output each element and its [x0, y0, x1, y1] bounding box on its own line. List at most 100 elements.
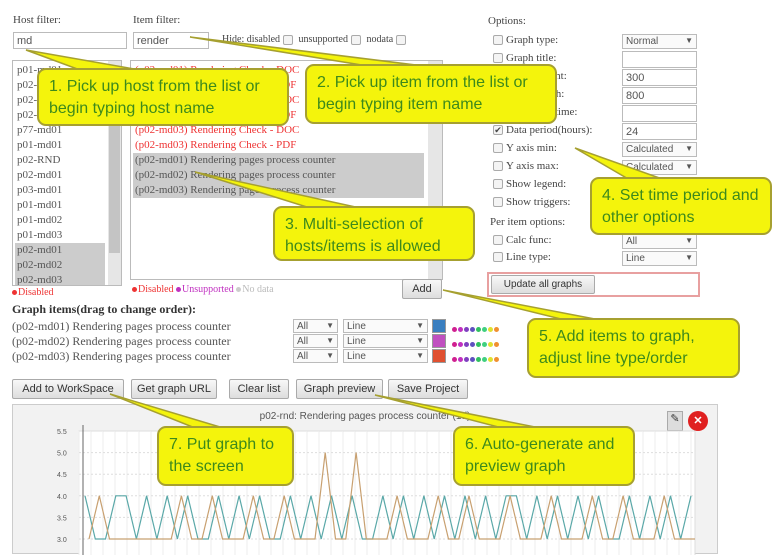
y-tick-label: 3.5: [57, 515, 67, 522]
color-swatch[interactable]: [470, 327, 475, 332]
host-filter-input[interactable]: [13, 32, 127, 49]
option-input[interactable]: [622, 87, 697, 104]
item-list-item[interactable]: (p02-md03) Rendering Check - PDF: [133, 138, 424, 153]
option-row: Show triggers:: [490, 196, 570, 208]
color-swatch[interactable]: [488, 342, 493, 347]
item-list-item[interactable]: (p02-md01) Rendering pages process count…: [133, 153, 424, 168]
option-checkbox[interactable]: [493, 35, 503, 46]
graph-item-type-select[interactable]: Line ▼: [343, 334, 428, 348]
item-filter-input[interactable]: [133, 32, 209, 49]
get-graph-url-button[interactable]: Get graph URL: [131, 379, 217, 399]
option-checkbox[interactable]: [493, 179, 503, 190]
per-item-select[interactable]: All ▼: [622, 234, 697, 249]
per-item-options-title: Per item options:: [490, 216, 566, 228]
option-label: Y axis max:: [506, 160, 559, 172]
option-select-value: Normal: [626, 36, 659, 47]
option-checkbox[interactable]: [493, 53, 503, 64]
option-input[interactable]: [622, 123, 697, 140]
callout-3: 3. Multi-selection of hosts/items is all…: [273, 206, 475, 261]
host-legend-disabled: Disabled: [12, 287, 54, 298]
host-list-item[interactable]: p01-md01: [15, 198, 105, 213]
host-list-item[interactable]: p02-md03: [15, 273, 105, 285]
host-list-item[interactable]: p02-md01: [15, 168, 105, 183]
host-list-item[interactable]: p01-md02: [15, 213, 105, 228]
save-project-button[interactable]: Save Project: [388, 379, 468, 399]
hide-disabled-checkbox[interactable]: [283, 34, 294, 45]
item-legend: Disabled Unsupported No data: [132, 284, 274, 295]
graph-items-title: Graph items(drag to change order):: [12, 302, 196, 316]
option-select[interactable]: Calculated ▼: [622, 160, 697, 175]
color-swatch[interactable]: [482, 342, 487, 347]
color-swatch[interactable]: [458, 327, 463, 332]
color-swatch[interactable]: [476, 327, 481, 332]
color-swatch[interactable]: [494, 327, 499, 332]
color-swatch[interactable]: [482, 327, 487, 332]
color-swatch[interactable]: [494, 342, 499, 347]
color-swatch[interactable]: [464, 327, 469, 332]
per-item-checkbox[interactable]: [493, 235, 503, 246]
color-swatch[interactable]: [452, 327, 457, 332]
per-item-select-value: All: [626, 236, 638, 247]
color-swatch[interactable]: [488, 327, 493, 332]
hide-nodata-checkbox[interactable]: [396, 34, 407, 45]
option-select[interactable]: Normal ▼: [622, 34, 697, 49]
graph-item-color-button[interactable]: [432, 319, 446, 333]
option-checkbox[interactable]: [493, 143, 503, 154]
add-to-workspace-button[interactable]: Add to WorkSpace: [12, 379, 124, 399]
color-swatch[interactable]: [458, 342, 463, 347]
hide-unsupported-checkbox[interactable]: [351, 34, 361, 45]
callout-4: 4. Set time period and other options: [590, 177, 772, 235]
option-row: Y axis max:: [490, 160, 559, 172]
graph-item-color-button[interactable]: [432, 334, 446, 348]
host-list-item[interactable]: p01-md03: [15, 228, 105, 243]
color-swatch[interactable]: [476, 357, 481, 362]
option-checkbox[interactable]: [493, 161, 503, 172]
func-value: All: [297, 351, 309, 362]
option-checkbox[interactable]: ✔: [493, 125, 503, 136]
option-checkbox[interactable]: [493, 197, 503, 208]
host-list-item[interactable]: p02-md01: [15, 243, 105, 258]
per-item-label: Calc func:: [506, 234, 552, 246]
clear-list-button[interactable]: Clear list: [229, 379, 289, 399]
color-swatch[interactable]: [488, 357, 493, 362]
graph-item-func-select[interactable]: All ▼: [293, 349, 338, 363]
graph-preview-button[interactable]: Graph preview: [296, 379, 383, 399]
color-swatch[interactable]: [470, 357, 475, 362]
host-list-item[interactable]: p02-RND: [15, 153, 105, 168]
color-swatch[interactable]: [464, 342, 469, 347]
option-input[interactable]: [622, 105, 697, 122]
chevron-down-icon: ▼: [326, 351, 334, 360]
color-swatch[interactable]: [482, 357, 487, 362]
add-button[interactable]: Add: [402, 279, 442, 299]
callout-5: 5. Add items to graph, adjust line type/…: [527, 318, 740, 378]
color-swatch[interactable]: [458, 357, 463, 362]
graph-item-func-select[interactable]: All ▼: [293, 319, 338, 333]
item-list-item[interactable]: (p02-md03) Rendering pages process count…: [133, 183, 424, 198]
host-list-item[interactable]: p02-md02: [15, 258, 105, 273]
color-palette: [452, 323, 500, 335]
color-swatch[interactable]: [452, 342, 457, 347]
color-swatch[interactable]: [452, 357, 457, 362]
per-item-option-row: Calc func:: [490, 234, 552, 246]
graph-item-color-button[interactable]: [432, 349, 446, 363]
host-list-item[interactable]: p01-md01: [15, 138, 105, 153]
option-input[interactable]: [622, 69, 697, 86]
graph-item-type-select[interactable]: Line ▼: [343, 349, 428, 363]
callout-1: 1. Pick up host from the list or begin t…: [37, 68, 289, 126]
option-row: ✔ Data period(hours):: [490, 124, 592, 136]
option-row: Y axis min:: [490, 142, 557, 154]
graph-item-name: (p02-md02) Rendering pages process count…: [12, 334, 231, 348]
item-list-item[interactable]: (p02-md02) Rendering pages process count…: [133, 168, 424, 183]
color-swatch[interactable]: [464, 357, 469, 362]
color-swatch[interactable]: [494, 357, 499, 362]
color-swatch[interactable]: [470, 342, 475, 347]
option-select[interactable]: Calculated ▼: [622, 142, 697, 157]
option-input[interactable]: [622, 51, 697, 68]
graph-item-type-select[interactable]: Line ▼: [343, 319, 428, 333]
update-all-graphs-button[interactable]: Update all graphs: [491, 275, 595, 294]
graph-item-func-select[interactable]: All ▼: [293, 334, 338, 348]
host-list-item[interactable]: p03-md01: [15, 183, 105, 198]
color-swatch[interactable]: [476, 342, 481, 347]
per-item-select[interactable]: Line ▼: [622, 251, 697, 266]
per-item-checkbox[interactable]: [493, 252, 503, 263]
